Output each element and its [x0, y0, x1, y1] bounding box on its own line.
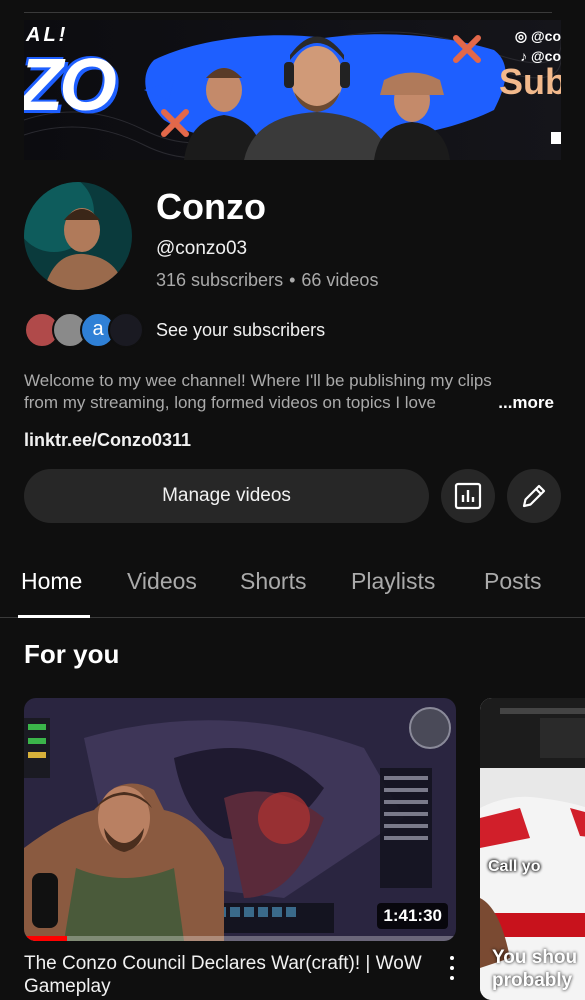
more-link[interactable]: ...more [468, 392, 554, 414]
short-title: You shou probably [492, 946, 577, 992]
tab-posts[interactable]: Posts [484, 568, 542, 595]
banner-instagram-handle: ◎ @co [514, 28, 561, 44]
see-subscribers-row[interactable]: a See your subscribers [24, 312, 544, 350]
short-title-line: probably [492, 970, 573, 991]
section-title: For you [24, 639, 120, 669]
tab-playlists[interactable]: Playlists [351, 568, 435, 595]
tab-home[interactable]: Home [21, 568, 82, 595]
video-duration: 1:41:30 [377, 903, 448, 929]
subscriber-count: 316 subscribers [156, 270, 284, 290]
edit-channel-button[interactable] [507, 469, 561, 523]
see-subscribers-label: See your subscribers [156, 320, 326, 340]
description-line: Welcome to my wee channel! Where I'll be… [24, 371, 492, 390]
watch-progress-bar [24, 936, 456, 941]
stats-separator: • [289, 270, 296, 290]
channel-handle: @conzo03 [156, 238, 248, 259]
banner-sub-text: Sub [499, 61, 561, 102]
channel-tabs: Home Videos Shorts Playlists Posts [0, 555, 585, 618]
short-caption: Call yo [488, 858, 541, 875]
channel-stats: 316 subscribers • 66 videos [156, 270, 378, 291]
pencil-icon [522, 484, 546, 508]
more-options-icon[interactable] [442, 956, 462, 980]
video-count: 66 videos [301, 270, 379, 290]
video-thumbnail[interactable]: Call yo You shou probably [480, 698, 585, 1000]
watch-progress-fill [24, 936, 68, 941]
video-title[interactable]: The Conzo Council Declares War(craft)! |… [24, 952, 424, 998]
channel-banner: AL! ZO ◎ @co ♪ @co Sub [24, 20, 561, 160]
banner-logo: ZO [24, 43, 117, 126]
top-divider [24, 12, 552, 13]
video-card[interactable]: 1:41:30 The Conzo Council Declares War(c… [24, 698, 456, 997]
manage-videos-button[interactable]: Manage videos [24, 469, 429, 523]
video-thumbnail[interactable]: 1:41:30 [24, 698, 456, 941]
video-card[interactable]: Call yo You shou probably [480, 698, 585, 1000]
tab-videos[interactable]: Videos [127, 568, 197, 595]
bar-chart-icon [454, 482, 482, 510]
channel-description[interactable]: Welcome to my wee channel! Where I'll be… [24, 370, 554, 414]
analytics-button[interactable] [441, 469, 495, 523]
channel-name: Conzo [156, 186, 266, 227]
short-title-line: You shou [492, 947, 578, 968]
active-tab-indicator [18, 615, 90, 618]
channel-avatar[interactable] [24, 182, 132, 290]
channel-link[interactable]: linktr.ee/Conzo0311 [24, 430, 191, 451]
tab-shorts[interactable]: Shorts [240, 568, 306, 595]
subscriber-avatar [108, 312, 144, 348]
